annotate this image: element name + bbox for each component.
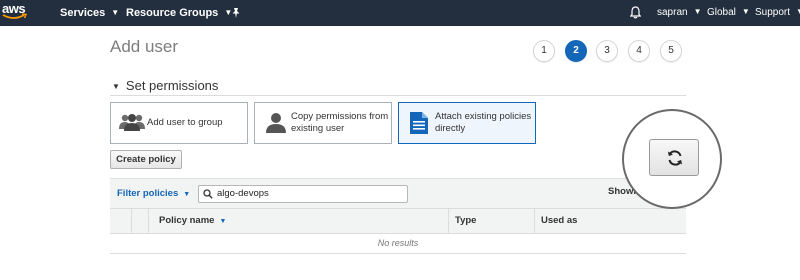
- search-input-value: algo-devops: [217, 188, 269, 199]
- aws-logo[interactable]: aws: [2, 0, 30, 26]
- option-copy-permissions[interactable]: Copy permissions from existing user: [254, 102, 392, 144]
- column-divider: [448, 209, 449, 233]
- column-divider: [148, 209, 149, 233]
- page-title: Add user: [110, 37, 179, 56]
- filter-policies-dropdown[interactable]: Filter policies ▼: [117, 179, 190, 209]
- support-menu[interactable]: Support ▼: [755, 0, 800, 26]
- column-header-used-as[interactable]: Used as: [541, 209, 577, 233]
- create-policy-button[interactable]: Create policy: [110, 150, 182, 169]
- user-icon: [266, 113, 286, 133]
- option-label: Add user to group: [147, 117, 223, 128]
- column-header-policy-name[interactable]: Policy name ▼: [159, 209, 226, 233]
- step-3[interactable]: 3: [596, 40, 618, 62]
- services-menu[interactable]: Services ▼: [60, 0, 119, 26]
- column-divider: [534, 209, 535, 233]
- chevron-down-icon: ▼: [741, 7, 750, 16]
- chevron-down-icon: ▼: [796, 7, 800, 16]
- pin-icon[interactable]: [231, 0, 241, 26]
- user-menu[interactable]: sapran ▼: [657, 0, 702, 26]
- step-4[interactable]: 4: [628, 40, 650, 62]
- caret-down-icon: ▼: [112, 82, 120, 91]
- option-label: Copy permissions from existing user: [291, 111, 389, 134]
- group-icon: [119, 114, 145, 131]
- search-icon: [203, 189, 213, 199]
- region-menu[interactable]: Global ▼: [707, 0, 750, 26]
- document-icon: [410, 112, 428, 134]
- chevron-down-icon: ▼: [183, 191, 191, 198]
- step-5[interactable]: 5: [660, 40, 682, 62]
- step-2-active[interactable]: 2: [565, 40, 587, 62]
- aws-smile-icon: [2, 13, 28, 19]
- refresh-button[interactable]: [649, 139, 699, 176]
- policy-table-header: Policy name ▼ Type Used as: [110, 208, 686, 234]
- column-divider: [131, 209, 132, 233]
- section-divider: [110, 95, 686, 96]
- resource-groups-menu[interactable]: Resource Groups ▼: [126, 0, 232, 26]
- step-1[interactable]: 1: [533, 40, 555, 62]
- option-label: Attach existing policies directly: [435, 111, 532, 134]
- option-add-user-to-group[interactable]: Add user to group: [110, 102, 248, 144]
- policy-search-input[interactable]: algo-devops: [198, 185, 408, 203]
- table-bottom-divider: [110, 253, 686, 254]
- chevron-down-icon: ▼: [111, 8, 120, 17]
- refresh-icon: [668, 150, 682, 166]
- filter-bar: Filter policies ▼ algo-devops Showi: [110, 178, 686, 208]
- bell-icon[interactable]: [629, 0, 642, 26]
- top-navbar: aws Services ▼ Resource Groups ▼ sapran ▼ G…: [0, 0, 800, 26]
- column-header-type[interactable]: Type: [455, 209, 476, 233]
- table-empty-message: No results: [377, 238, 419, 248]
- option-attach-policies[interactable]: Attach existing policies directly: [398, 102, 536, 144]
- section-header-set-permissions[interactable]: ▼ Set permissions: [112, 78, 218, 93]
- chevron-down-icon: ▼: [693, 7, 702, 16]
- sort-descending-icon: ▼: [219, 218, 227, 225]
